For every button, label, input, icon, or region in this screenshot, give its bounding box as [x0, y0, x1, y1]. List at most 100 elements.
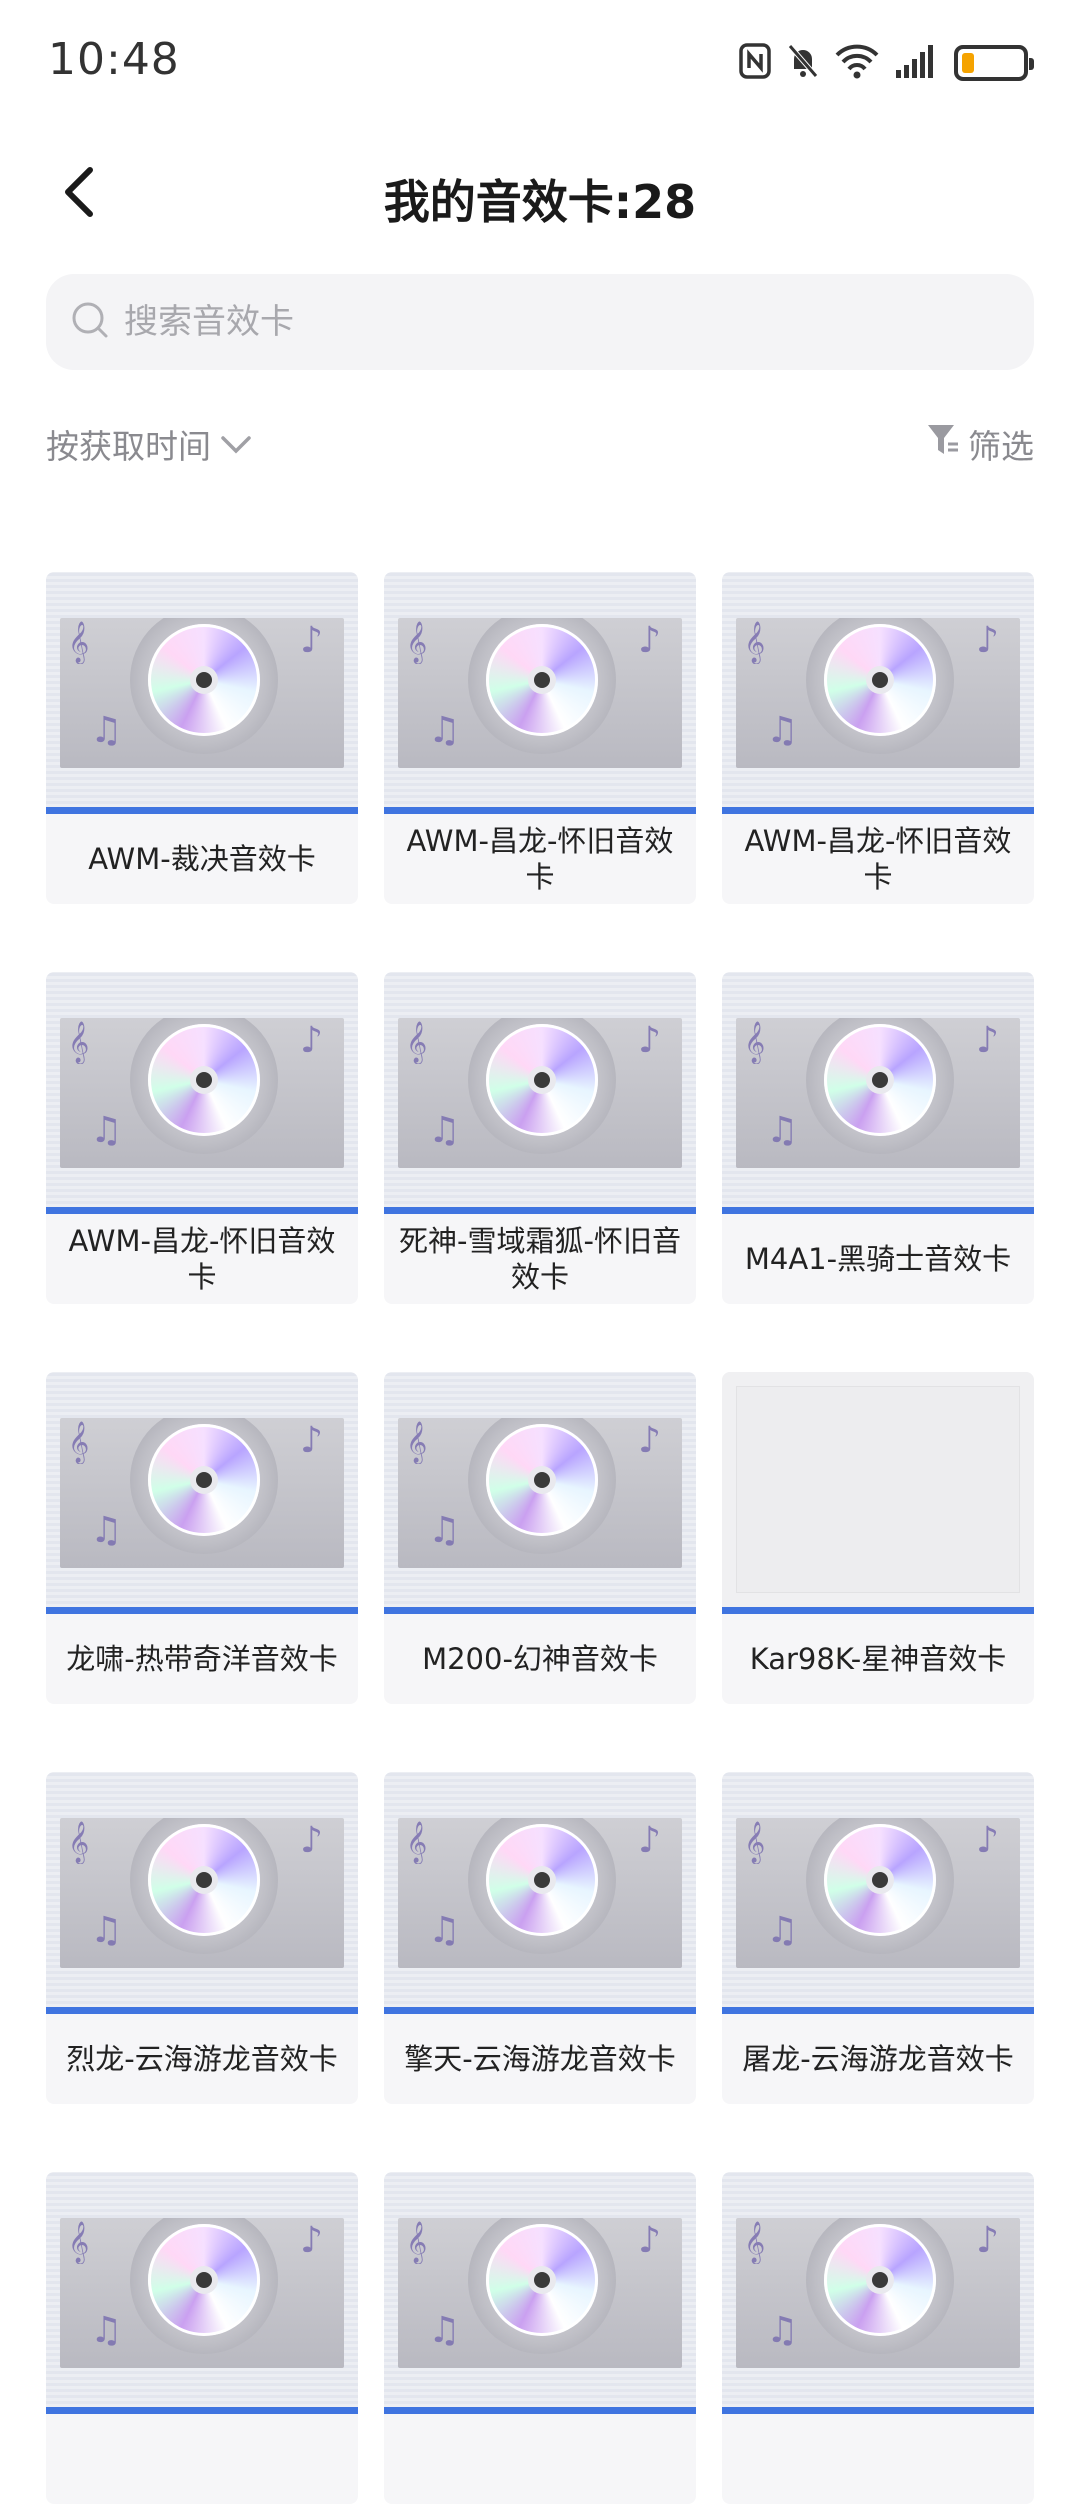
sort-filter-row: 按获取时间 筛选	[46, 414, 1034, 474]
card-label: 烈龙-云海游龙音效卡	[66, 2042, 338, 2076]
sound-card[interactable]: 𝄞 ♫ ♪	[722, 2172, 1034, 2504]
disc-icon	[824, 1824, 936, 1936]
music-note-icon: ♫	[766, 1910, 799, 1951]
sound-card[interactable]: 𝄞 ♫ ♪ 擎天-云海游龙音效卡	[384, 1772, 696, 2104]
disc-icon	[486, 2224, 598, 2336]
wifi-icon	[834, 42, 880, 84]
music-note-icon: ♪	[638, 620, 661, 661]
treble-clef-icon: 𝄞	[68, 1822, 90, 1863]
signal-icon	[894, 42, 940, 84]
card-label: M200-幻神音效卡	[422, 1642, 658, 1676]
disc-icon	[824, 2224, 936, 2336]
sound-card[interactable]: 𝄞 ♫ ♪ 屠龙-云海游龙音效卡	[722, 1772, 1034, 2104]
sound-card[interactable]: 𝄞 ♫ ♪ 死神-雪域霜狐-怀旧音效卡	[384, 972, 696, 1304]
music-note-icon: ♫	[90, 1110, 123, 1151]
music-note-icon: ♫	[90, 710, 123, 751]
music-note-icon: ♪	[976, 1020, 999, 1061]
music-note-icon: ♫	[428, 1910, 461, 1951]
treble-clef-icon: 𝄞	[68, 2222, 90, 2263]
card-image: 𝄞 ♫ ♪	[46, 2172, 358, 2414]
music-note-icon: ♫	[90, 1510, 123, 1551]
card-image: 𝄞 ♫ ♪	[384, 2172, 696, 2414]
card-image-placeholder	[722, 1372, 1034, 1614]
status-icons	[738, 38, 1034, 88]
treble-clef-icon: 𝄞	[68, 1422, 90, 1463]
music-note-icon: ♫	[766, 710, 799, 751]
disc-icon	[148, 1424, 260, 1536]
battery-icon	[954, 45, 1034, 81]
card-image: 𝄞 ♫ ♪	[384, 972, 696, 1214]
sound-card[interactable]: 𝄞 ♫ ♪ AWM-昌龙-怀旧音效卡	[722, 572, 1034, 904]
card-image: 𝄞 ♫ ♪	[46, 1772, 358, 2014]
filter-label: 筛选	[968, 427, 1034, 466]
card-label: M4A1-黑骑士音效卡	[744, 1242, 1012, 1276]
sound-card[interactable]: 𝄞 ♫ ♪ AWM-昌龙-怀旧音效卡	[384, 572, 696, 904]
treble-clef-icon: 𝄞	[744, 2222, 766, 2263]
sound-card[interactable]: 𝄞 ♫ ♪ M200-幻神音效卡	[384, 1372, 696, 1704]
music-note-icon: ♫	[90, 2310, 123, 2351]
card-label: AWM-昌龙-怀旧音效卡	[68, 1224, 336, 1294]
card-image: 𝄞 ♫ ♪	[384, 572, 696, 814]
bell-mute-icon	[786, 42, 820, 84]
music-note-icon: ♫	[428, 710, 461, 751]
music-note-icon: ♫	[428, 2310, 461, 2351]
sound-card[interactable]: 𝄞 ♫ ♪	[384, 2172, 696, 2504]
music-note-icon: ♪	[976, 620, 999, 661]
music-note-icon: ♪	[300, 1420, 323, 1461]
music-note-icon: ♪	[638, 1020, 661, 1061]
card-image: 𝄞 ♫ ♪	[384, 1772, 696, 2014]
disc-icon	[486, 1424, 598, 1536]
card-image: 𝄞 ♫ ♪	[46, 972, 358, 1214]
sound-card[interactable]: Kar98K-星神音效卡	[722, 1372, 1034, 1704]
treble-clef-icon: 𝄞	[406, 1022, 428, 1063]
treble-clef-icon: 𝄞	[406, 2222, 428, 2263]
search-input[interactable]	[124, 302, 1004, 342]
card-image: 𝄞 ♫ ♪	[384, 1372, 696, 1614]
music-note-icon: ♪	[638, 1420, 661, 1461]
disc-icon	[148, 1824, 260, 1936]
card-label: AWM-昌龙-怀旧音效卡	[406, 824, 674, 894]
card-image: 𝄞 ♫ ♪	[722, 1772, 1034, 2014]
sound-card[interactable]: 𝄞 ♫ ♪ AWM-昌龙-怀旧音效卡	[46, 972, 358, 1304]
music-note-icon: ♫	[766, 2310, 799, 2351]
search-icon	[70, 300, 110, 344]
disc-icon	[486, 1024, 598, 1136]
sound-card[interactable]: 𝄞 ♫ ♪ AWM-裁决音效卡	[46, 572, 358, 904]
music-note-icon: ♪	[976, 2220, 999, 2261]
nfc-icon	[738, 42, 772, 84]
card-label: 屠龙-云海游龙音效卡	[742, 2042, 1014, 2076]
sound-card[interactable]: 𝄞 ♫ ♪ 龙啸-热带奇洋音效卡	[46, 1372, 358, 1704]
music-note-icon: ♪	[300, 1820, 323, 1861]
music-note-icon: ♪	[300, 2220, 323, 2261]
sound-card[interactable]: 𝄞 ♫ ♪	[46, 2172, 358, 2504]
page-title: 我的音效卡:28	[383, 175, 697, 229]
card-label: 擎天-云海游龙音效卡	[404, 2042, 676, 2076]
battery-level	[962, 53, 974, 73]
card-label	[46, 2414, 358, 2504]
sort-label: 按获取时间	[46, 427, 211, 466]
sound-card[interactable]: 𝄞 ♫ ♪ M4A1-黑骑士音效卡	[722, 972, 1034, 1304]
header: 我的音效卡:28	[0, 148, 1080, 238]
chevron-down-icon	[219, 425, 253, 464]
search-box[interactable]	[46, 274, 1034, 370]
music-note-icon: ♫	[428, 1110, 461, 1151]
disc-icon	[824, 624, 936, 736]
disc-icon	[148, 2224, 260, 2336]
treble-clef-icon: 𝄞	[744, 1022, 766, 1063]
card-image: 𝄞 ♫ ♪	[46, 1372, 358, 1614]
sound-card[interactable]: 𝄞 ♫ ♪ 烈龙-云海游龙音效卡	[46, 1772, 358, 2104]
card-label: Kar98K-星神音效卡	[749, 1642, 1007, 1676]
filter-button[interactable]: 筛选	[926, 420, 1034, 468]
sort-dropdown[interactable]: 按获取时间	[46, 420, 253, 468]
disc-icon	[148, 1024, 260, 1136]
status-bar: 10:48	[0, 0, 1080, 130]
card-image: 𝄞 ♫ ♪	[722, 972, 1034, 1214]
disc-icon	[486, 1824, 598, 1936]
treble-clef-icon: 𝄞	[744, 1822, 766, 1863]
treble-clef-icon: 𝄞	[406, 1822, 428, 1863]
disc-icon	[148, 624, 260, 736]
music-note-icon: ♫	[766, 1110, 799, 1151]
card-label: AWM-裁决音效卡	[88, 842, 316, 876]
treble-clef-icon: 𝄞	[68, 1022, 90, 1063]
disc-icon	[824, 1024, 936, 1136]
